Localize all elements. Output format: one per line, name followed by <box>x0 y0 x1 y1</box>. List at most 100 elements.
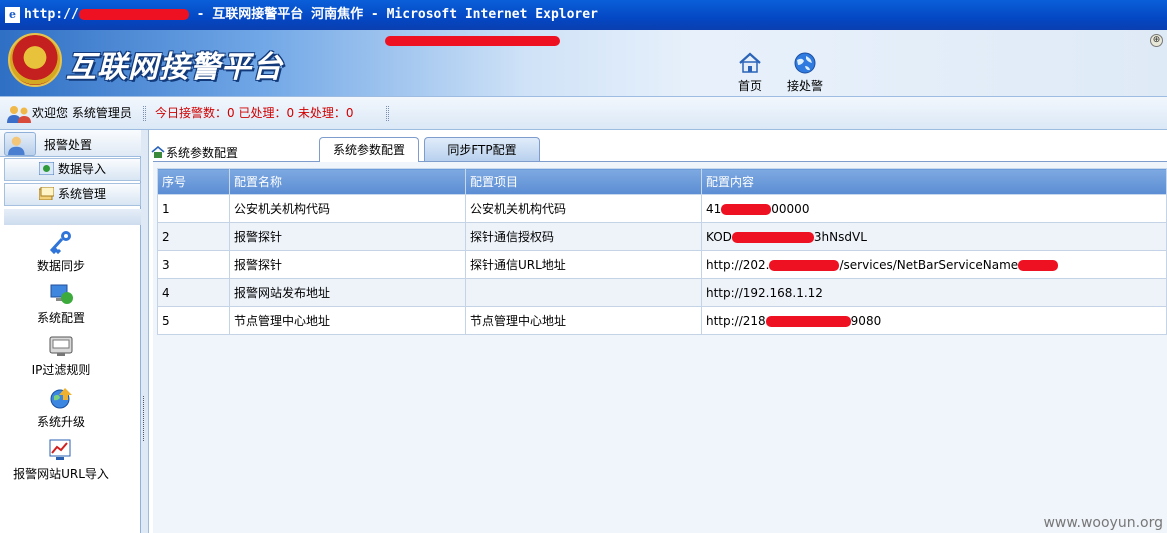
tab-ftp-sync[interactable]: 同步FTP配置 <box>424 137 540 161</box>
main-content: 系统参数配置 系统参数配置 同步FTP配置 序号 配置名称 配置项目 配置内容 … <box>149 130 1167 533</box>
window-title-bar[interactable]: e http:// - 互联网接警平台 河南焦作 - Microsoft Int… <box>0 0 1167 30</box>
status-bar: 欢迎您 系统管理员 今日接警数：0 已处理：0 未处理：0 <box>0 97 1167 130</box>
sidebar-divider <box>4 209 141 225</box>
table-row[interactable]: 4 报警网站发布地址 http://192.168.1.12 <box>157 278 1167 307</box>
config-table: 序号 配置名称 配置项目 配置内容 1 公安机关机构代码 公安机关机构代码 41… <box>157 168 1167 335</box>
tool-label: 系统配置 <box>36 311 85 325</box>
redaction-mark <box>1018 259 1059 271</box>
cell-content: http://218 9080 <box>701 306 1167 335</box>
tool-system-upgrade[interactable]: 系统升级 <box>0 386 122 430</box>
sidebar-item-data-import[interactable]: 数据导入 <box>4 158 141 181</box>
window-title-suffix: - 互联网接警平台 河南焦作 - Microsoft Internet Expl… <box>188 7 598 22</box>
app-banner: 互联网接警平台 ⊕ 首页 接处警 <box>0 30 1167 97</box>
home-small-icon <box>151 146 165 158</box>
sidebar: 报警处置 数据导入 系统管理 数据同步 系统配置 IP过滤规则 系统升级 报警网… <box>0 130 141 533</box>
collapse-icon[interactable]: ⊕ <box>1150 34 1163 47</box>
ie-icon: e <box>5 7 20 23</box>
content-suffix: 00000 <box>771 201 810 216</box>
redaction-mark <box>721 203 772 215</box>
splitter-grip[interactable] <box>143 396 146 441</box>
tool-url-import[interactable]: 报警网站URL导入 <box>0 438 122 482</box>
tool-label: 系统升级 <box>36 415 85 429</box>
sidebar-splitter[interactable] <box>141 130 149 533</box>
breadcrumb: 系统参数配置 <box>151 144 238 161</box>
column-header-index[interactable]: 序号 <box>157 168 230 195</box>
cell-item: 探针通信URL地址 <box>465 250 702 279</box>
sidebar-header[interactable]: 报警处置 <box>0 130 141 157</box>
column-header-content[interactable]: 配置内容 <box>701 168 1167 195</box>
content-suffix: 9080 <box>850 313 882 328</box>
content-prefix: KOD <box>706 229 732 244</box>
tool-label: 数据同步 <box>36 259 85 273</box>
chart-import-icon <box>49 439 71 460</box>
ip-filter-icon <box>49 336 73 356</box>
cell-item: 公安机关机构代码 <box>465 194 702 223</box>
welcome-text: 欢迎您 系统管理员 <box>32 106 132 120</box>
table-row[interactable]: 1 公安机关机构代码 公安机关机构代码 41 00000 <box>157 194 1167 223</box>
cell-item <box>465 278 702 307</box>
sidebar-item-label: 数据导入 <box>57 162 106 176</box>
cell-content: http://192.168.1.12 <box>701 278 1167 307</box>
nav-incident-button[interactable]: 接处警 <box>780 52 830 94</box>
redaction-mark <box>765 315 851 327</box>
globe-icon <box>794 52 816 74</box>
cell-content: KOD 3hNsdVL <box>701 222 1167 251</box>
redaction-mark <box>769 259 840 271</box>
cell-content: http://202. /services/NetBarServiceName <box>701 250 1167 279</box>
column-header-item[interactable]: 配置项目 <box>465 168 702 195</box>
breadcrumb-label: 系统参数配置 <box>166 146 239 160</box>
alarm-stats: 今日接警数：0 已处理：0 未处理：0 <box>155 106 354 120</box>
redaction-mark <box>385 36 560 46</box>
cell-index: 3 <box>157 250 230 279</box>
system-manage-icon <box>38 187 54 200</box>
data-import-icon <box>38 162 54 175</box>
sidebar-item-label: 系统管理 <box>57 187 106 201</box>
table-row[interactable]: 5 节点管理中心地址 节点管理中心地址 http://218 9080 <box>157 306 1167 335</box>
window-title-prefix: http:// <box>24 7 79 22</box>
cell-item: 节点管理中心地址 <box>465 306 702 335</box>
cell-name: 报警探针 <box>229 250 466 279</box>
sidebar-header-label: 报警处置 <box>44 138 93 152</box>
users-icon <box>7 106 31 123</box>
tool-system-config[interactable]: 系统配置 <box>0 282 122 326</box>
status-divider <box>386 106 389 121</box>
tool-label: 报警网站URL导入 <box>13 467 109 481</box>
cell-content: 41 00000 <box>701 194 1167 223</box>
nav-incident-label: 接处警 <box>786 79 823 93</box>
content-suffix: /services/NetBarServiceName <box>839 257 1019 272</box>
tool-data-sync[interactable]: 数据同步 <box>0 230 122 274</box>
cell-name: 公安机关机构代码 <box>229 194 466 223</box>
app-title: 互联网接警平台 <box>66 50 283 85</box>
content-prefix: 41 <box>706 201 722 216</box>
computer-network-icon <box>50 284 73 304</box>
upgrade-globe-icon <box>50 388 72 409</box>
tab-system-params[interactable]: 系统参数配置 <box>319 137 419 162</box>
cell-name: 报警网站发布地址 <box>229 278 466 307</box>
content-suffix: 3hNsdVL <box>813 229 867 244</box>
tool-label: IP过滤规则 <box>31 363 91 377</box>
table-header-row: 序号 配置名称 配置项目 配置内容 <box>157 168 1167 195</box>
sidebar-item-system-manage[interactable]: 系统管理 <box>4 183 141 206</box>
redaction-mark <box>731 231 814 243</box>
config-panel: 序号 配置名称 配置项目 配置内容 1 公安机关机构代码 公安机关机构代码 41… <box>153 162 1167 533</box>
cell-index: 1 <box>157 194 230 223</box>
home-icon <box>739 52 761 73</box>
status-divider <box>143 106 146 121</box>
cell-index: 4 <box>157 278 230 307</box>
content-prefix: http://202. <box>706 257 770 272</box>
cell-index: 2 <box>157 222 230 251</box>
cell-name: 报警探针 <box>229 222 466 251</box>
content-prefix: http://218 <box>706 313 766 328</box>
alarm-handling-icon <box>4 132 36 156</box>
column-header-name[interactable]: 配置名称 <box>229 168 466 195</box>
cell-index: 5 <box>157 306 230 335</box>
nav-home-button[interactable]: 首页 <box>725 52 775 94</box>
tool-ip-filter[interactable]: IP过滤规则 <box>0 334 122 378</box>
table-row[interactable]: 2 报警探针 探针通信授权码 KOD 3hNsdVL <box>157 222 1167 251</box>
cell-name: 节点管理中心地址 <box>229 306 466 335</box>
content-prefix: http://192.168.1.12 <box>706 285 823 300</box>
police-emblem-icon <box>8 33 62 87</box>
table-row[interactable]: 3 报警探针 探针通信URL地址 http://202. /services/Ne… <box>157 250 1167 279</box>
nav-home-label: 首页 <box>737 79 762 93</box>
redaction-mark <box>78 9 189 20</box>
